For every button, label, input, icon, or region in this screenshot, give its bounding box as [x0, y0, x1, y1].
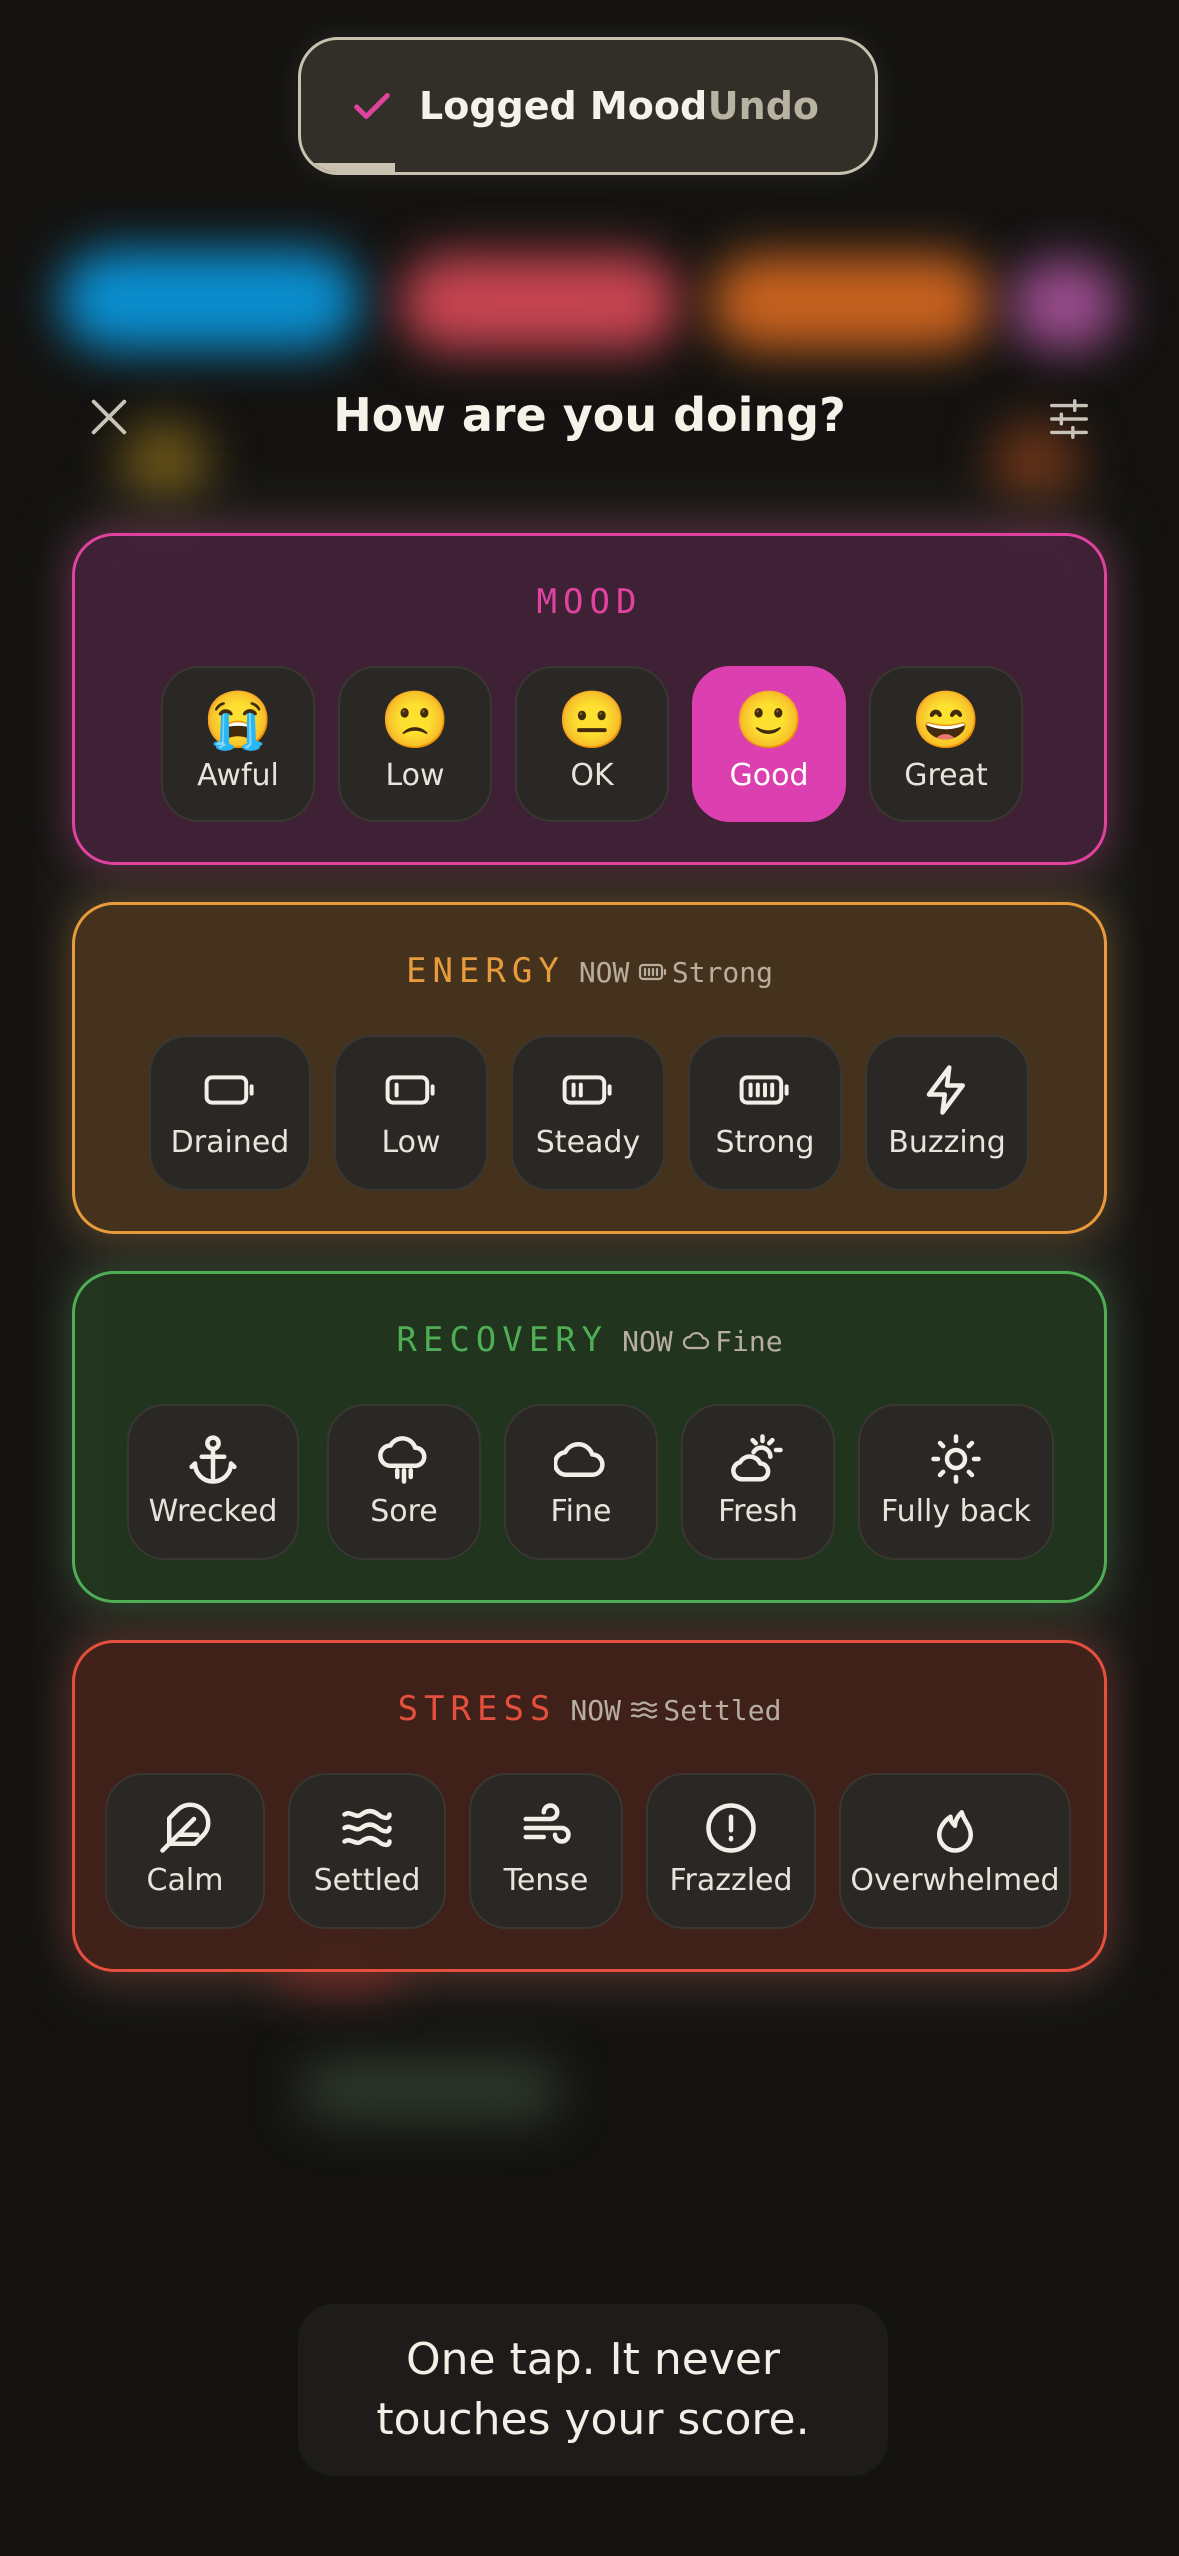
- hint-tooltip: One tap. It never touches your score.: [298, 2304, 888, 2476]
- grinning-face-icon: 😄: [911, 688, 981, 751]
- wind-icon: [523, 1803, 571, 1844]
- feather-icon: [160, 1802, 211, 1853]
- cloud-icon: [683, 1331, 710, 1350]
- scroll-fade-right: [1064, 1643, 1104, 1969]
- stress-option-tense[interactable]: Tense: [469, 1773, 623, 1929]
- option-label: Calm: [146, 1863, 224, 1898]
- mood-label: MOOD: [536, 582, 643, 622]
- sun-cloud-icon: [731, 1434, 783, 1482]
- toast-timer-bar: [301, 163, 395, 172]
- recovery-now-value: Fine: [715, 1325, 783, 1358]
- option-label: Steady: [535, 1125, 641, 1160]
- cloud-rain-icon: [378, 1436, 427, 1484]
- option-label: Wrecked: [148, 1494, 278, 1529]
- anchor-icon: [189, 1435, 237, 1484]
- option-label: Low: [381, 1125, 441, 1160]
- mood-option-good[interactable]: 🙂 Good: [692, 666, 846, 822]
- undo-button[interactable]: Undo: [708, 84, 819, 128]
- energy-option-drained[interactable]: Drained: [149, 1035, 311, 1191]
- waves-icon: [631, 1701, 658, 1719]
- recovery-label: RECOVERY: [396, 1320, 609, 1360]
- stress-card: STRESS NOW Settled Calm Settled Tense Fra…: [72, 1640, 1107, 1972]
- sliders-icon[interactable]: [1046, 396, 1092, 442]
- option-label: Fully back: [881, 1494, 1031, 1529]
- mood-option-great[interactable]: 😄 Great: [869, 666, 1023, 822]
- hint-text: One tap. It never touches your score.: [376, 2334, 810, 2445]
- battery-low-icon: [385, 1075, 435, 1105]
- mood-option-low[interactable]: 🙁 Low: [338, 666, 492, 822]
- recovery-option-sore[interactable]: Sore: [327, 1404, 481, 1560]
- frowning-face-icon: 🙁: [380, 688, 450, 751]
- stress-now-label: NOW: [570, 1694, 621, 1727]
- alert-circle-icon: [706, 1803, 756, 1853]
- energy-label: ENERGY: [405, 951, 565, 991]
- toast-message: Logged Mood: [419, 84, 708, 128]
- energy-option-steady[interactable]: Steady: [511, 1035, 665, 1191]
- option-label: Good: [729, 758, 809, 793]
- battery-empty-icon: [204, 1075, 254, 1105]
- option-label: Frazzled: [669, 1863, 793, 1898]
- scroll-fade-left: [75, 1643, 115, 1969]
- stress-option-frazzled[interactable]: Frazzled: [646, 1773, 816, 1929]
- cloud-icon: [554, 1442, 605, 1478]
- option-label: Fresh: [718, 1494, 798, 1529]
- option-label: Sore: [370, 1494, 438, 1529]
- option-label: Overwhelmed: [850, 1863, 1060, 1898]
- option-label: Settled: [313, 1863, 421, 1898]
- lightning-icon: [926, 1065, 965, 1115]
- stress-label: STRESS: [397, 1689, 557, 1729]
- battery-strong-icon: [638, 963, 666, 981]
- energy-option-buzzing[interactable]: Buzzing: [865, 1035, 1029, 1191]
- waves-icon: [342, 1808, 392, 1848]
- energy-card: ENERGY NOW Strong Drained Low Steady Stro…: [72, 902, 1107, 1234]
- option-label: Fine: [550, 1494, 612, 1529]
- option-label: Buzzing: [888, 1125, 1006, 1160]
- check-icon: [354, 92, 390, 120]
- recovery-option-fine[interactable]: Fine: [504, 1404, 658, 1560]
- stress-option-overwhelmed[interactable]: Overwhelmed: [839, 1773, 1071, 1929]
- option-label: Awful: [197, 758, 279, 793]
- stress-now-value: Settled: [663, 1694, 782, 1727]
- energy-option-strong[interactable]: Strong: [688, 1035, 842, 1191]
- recovery-now-label: NOW: [622, 1325, 673, 1358]
- neutral-face-icon: 😐: [557, 688, 627, 751]
- recovery-option-fully-back[interactable]: Fully back: [858, 1404, 1054, 1560]
- mood-option-ok[interactable]: 😐 OK: [515, 666, 669, 822]
- sheet-title: How are you doing?: [333, 388, 846, 442]
- scroll-fade-left: [75, 1274, 115, 1600]
- option-label: Strong: [715, 1125, 815, 1160]
- energy-option-low[interactable]: Low: [334, 1035, 488, 1191]
- option-label: Drained: [170, 1125, 290, 1160]
- flame-icon: [937, 1810, 973, 1853]
- smiling-face-icon: 🙂: [734, 688, 804, 751]
- option-label: Tense: [503, 1863, 589, 1898]
- option-label: Low: [385, 758, 445, 793]
- mood-card: MOOD 😭 Awful 🙁 Low 😐 OK 🙂 Good 😄 Great: [72, 533, 1107, 865]
- battery-medium-icon: [562, 1075, 612, 1105]
- stress-option-settled[interactable]: Settled: [288, 1773, 446, 1929]
- recovery-option-wrecked[interactable]: Wrecked: [127, 1404, 299, 1560]
- recovery-option-fresh[interactable]: Fresh: [681, 1404, 835, 1560]
- sun-icon: [931, 1434, 981, 1484]
- mood-option-awful[interactable]: 😭 Awful: [161, 666, 315, 822]
- battery-full-icon: [739, 1075, 789, 1105]
- option-label: OK: [570, 758, 614, 793]
- recovery-card: RECOVERY NOW Fine Wrecked Sore Fine Fresh…: [72, 1271, 1107, 1603]
- stress-option-calm[interactable]: Calm: [105, 1773, 265, 1929]
- energy-now-label: NOW: [578, 956, 630, 989]
- energy-now-value: Strong: [671, 956, 773, 989]
- crying-face-icon: 😭: [203, 688, 273, 751]
- logged-toast: Logged Mood Undo: [298, 37, 878, 175]
- option-label: Great: [904, 758, 988, 793]
